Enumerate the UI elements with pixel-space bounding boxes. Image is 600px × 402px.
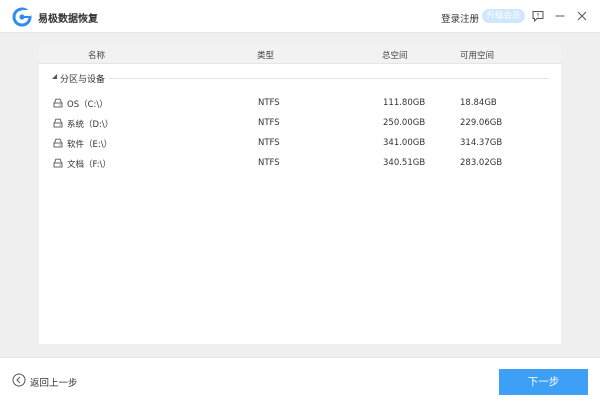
next-step-button[interactable]: 下一步 xyxy=(499,369,588,395)
feedback-icon[interactable] xyxy=(531,9,545,23)
table-header: 名称 类型 总空间 可用空间 xyxy=(39,44,561,64)
drive-name: 软件（E:\） xyxy=(67,140,113,150)
group-divider xyxy=(109,78,549,79)
drive-type: NTFS xyxy=(258,98,280,108)
back-label: 返回上一步 xyxy=(30,378,78,389)
drive-free: 18.84GB xyxy=(460,98,497,108)
drive-total: 250.00GB xyxy=(383,118,426,128)
app-title: 易极数据恢复 xyxy=(38,14,98,25)
close-icon[interactable] xyxy=(575,9,589,23)
table-row[interactable]: OS（C:\） NTFS 111.80GB 18.84GB xyxy=(39,95,561,111)
title-bar: 易极数据恢复 登录注册 升级会员 xyxy=(0,0,600,33)
collapse-arrow-icon[interactable] xyxy=(51,73,58,80)
drive-free: 229.06GB xyxy=(460,118,503,128)
drive-type: NTFS xyxy=(258,118,280,128)
table-row[interactable]: 系统（D:\） NTFS 250.00GB 229.06GB xyxy=(39,115,561,131)
drive-icon xyxy=(53,138,63,148)
table-row[interactable]: 文档（F:\） NTFS 340.51GB 283.02GB xyxy=(39,155,561,171)
group-header-partitions[interactable]: 分区与设备 xyxy=(39,69,561,85)
partition-panel: 名称 类型 总空间 可用空间 分区与设备 OS（C:\） NTFS 111.80… xyxy=(39,44,561,344)
drive-type: NTFS xyxy=(258,158,280,168)
drive-name: OS（C:\） xyxy=(67,100,108,110)
drive-total: 340.51GB xyxy=(383,158,426,168)
column-header-name: 名称 xyxy=(88,51,106,61)
drive-name: 系统（D:\） xyxy=(67,120,114,130)
drive-free: 283.02GB xyxy=(460,158,503,168)
footer-bar: 返回上一步 下一步 xyxy=(0,357,600,402)
column-header-total: 总空间 xyxy=(382,51,408,61)
drive-icon xyxy=(53,118,63,128)
login-register-link[interactable]: 登录注册 xyxy=(441,11,479,25)
upgrade-member-button[interactable]: 升级会员 xyxy=(482,9,525,23)
group-label: 分区与设备 xyxy=(60,75,106,85)
drive-type: NTFS xyxy=(258,138,280,148)
drive-total: 341.00GB xyxy=(383,138,426,148)
back-arrow-icon[interactable] xyxy=(12,373,26,387)
app-logo-icon xyxy=(12,7,32,27)
table-row[interactable]: 软件（E:\） NTFS 341.00GB 314.37GB xyxy=(39,135,561,151)
drive-icon xyxy=(53,158,63,168)
drive-total: 111.80GB xyxy=(383,98,426,108)
drive-icon xyxy=(53,98,63,108)
drive-name: 文档（F:\） xyxy=(67,160,111,170)
drive-free: 314.37GB xyxy=(460,138,503,148)
column-header-free: 可用空间 xyxy=(460,51,495,61)
minimize-icon[interactable] xyxy=(553,9,567,23)
column-header-type: 类型 xyxy=(257,51,275,61)
